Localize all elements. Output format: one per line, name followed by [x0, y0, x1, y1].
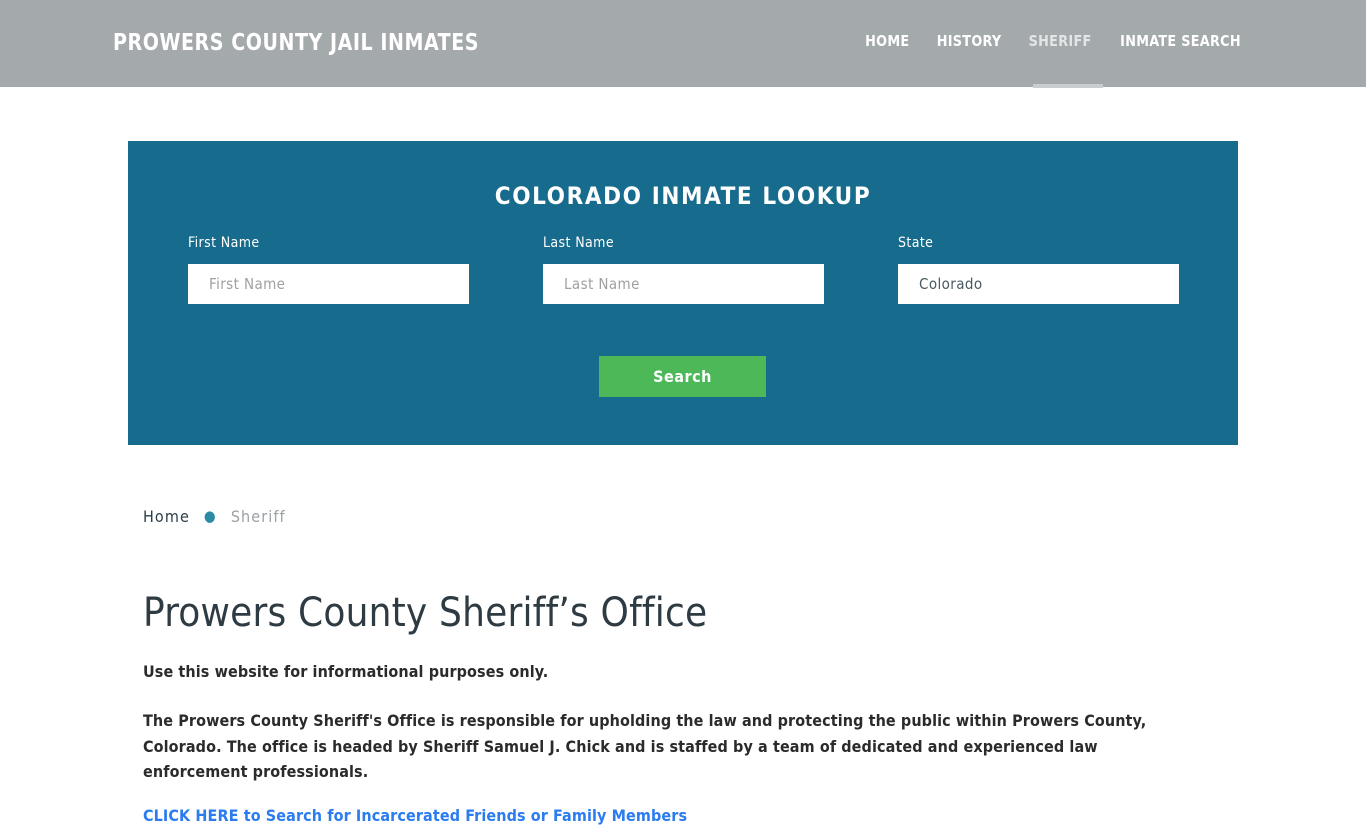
first-name-input[interactable] — [188, 264, 469, 304]
disclaimer-text: Use this website for informational purpo… — [143, 662, 549, 681]
office-description-text: The Prowers County Sheriff's Office is r… — [143, 711, 1147, 781]
first-name-label: First Name — [188, 235, 260, 251]
main-content: Home ● Sheriff Prowers County Sheriff’s … — [143, 470, 1223, 826]
last-name-input[interactable] — [543, 264, 824, 304]
breadcrumb-item-home[interactable]: Home — [143, 507, 190, 526]
state-label: State — [898, 235, 934, 251]
active-nav-indicator — [1033, 84, 1103, 88]
nav-item-history[interactable]: HISTORY — [925, 32, 1013, 50]
site-header: PROWERS COUNTY JAIL INMATES HOME HISTORY… — [0, 0, 1366, 88]
lookup-heading: COLORADO INMATE LOOKUP — [494, 182, 872, 210]
main-navigation: HOME HISTORY SHERIFF INMATE SEARCH — [852, 32, 1256, 50]
site-title[interactable]: PROWERS COUNTY JAIL INMATES — [113, 30, 479, 56]
last-name-label: Last Name — [543, 235, 614, 251]
nav-item-home[interactable]: HOME — [854, 32, 921, 50]
page-title: Prowers County Sheriff’s Office — [143, 590, 708, 636]
state-input[interactable] — [898, 264, 1179, 304]
state-field-group: State — [898, 235, 1179, 304]
inmate-lookup-panel: COLORADO INMATE LOOKUP First Name Last N… — [128, 141, 1238, 445]
nav-item-sheriff[interactable]: SHERIFF — [1017, 32, 1103, 50]
breadcrumb: Home ● Sheriff — [143, 507, 1223, 526]
nav-item-inmate-search[interactable]: INMATE SEARCH — [1109, 32, 1252, 50]
last-name-field-group: Last Name — [543, 235, 824, 304]
breadcrumb-separator-icon: ● — [203, 507, 217, 525]
search-button[interactable]: Search — [599, 356, 766, 397]
breadcrumb-item-current: Sheriff — [230, 507, 286, 526]
inmate-search-cta-link[interactable]: CLICK HERE to Search for Incarcerated Fr… — [143, 806, 687, 825]
first-name-field-group: First Name — [188, 235, 469, 304]
